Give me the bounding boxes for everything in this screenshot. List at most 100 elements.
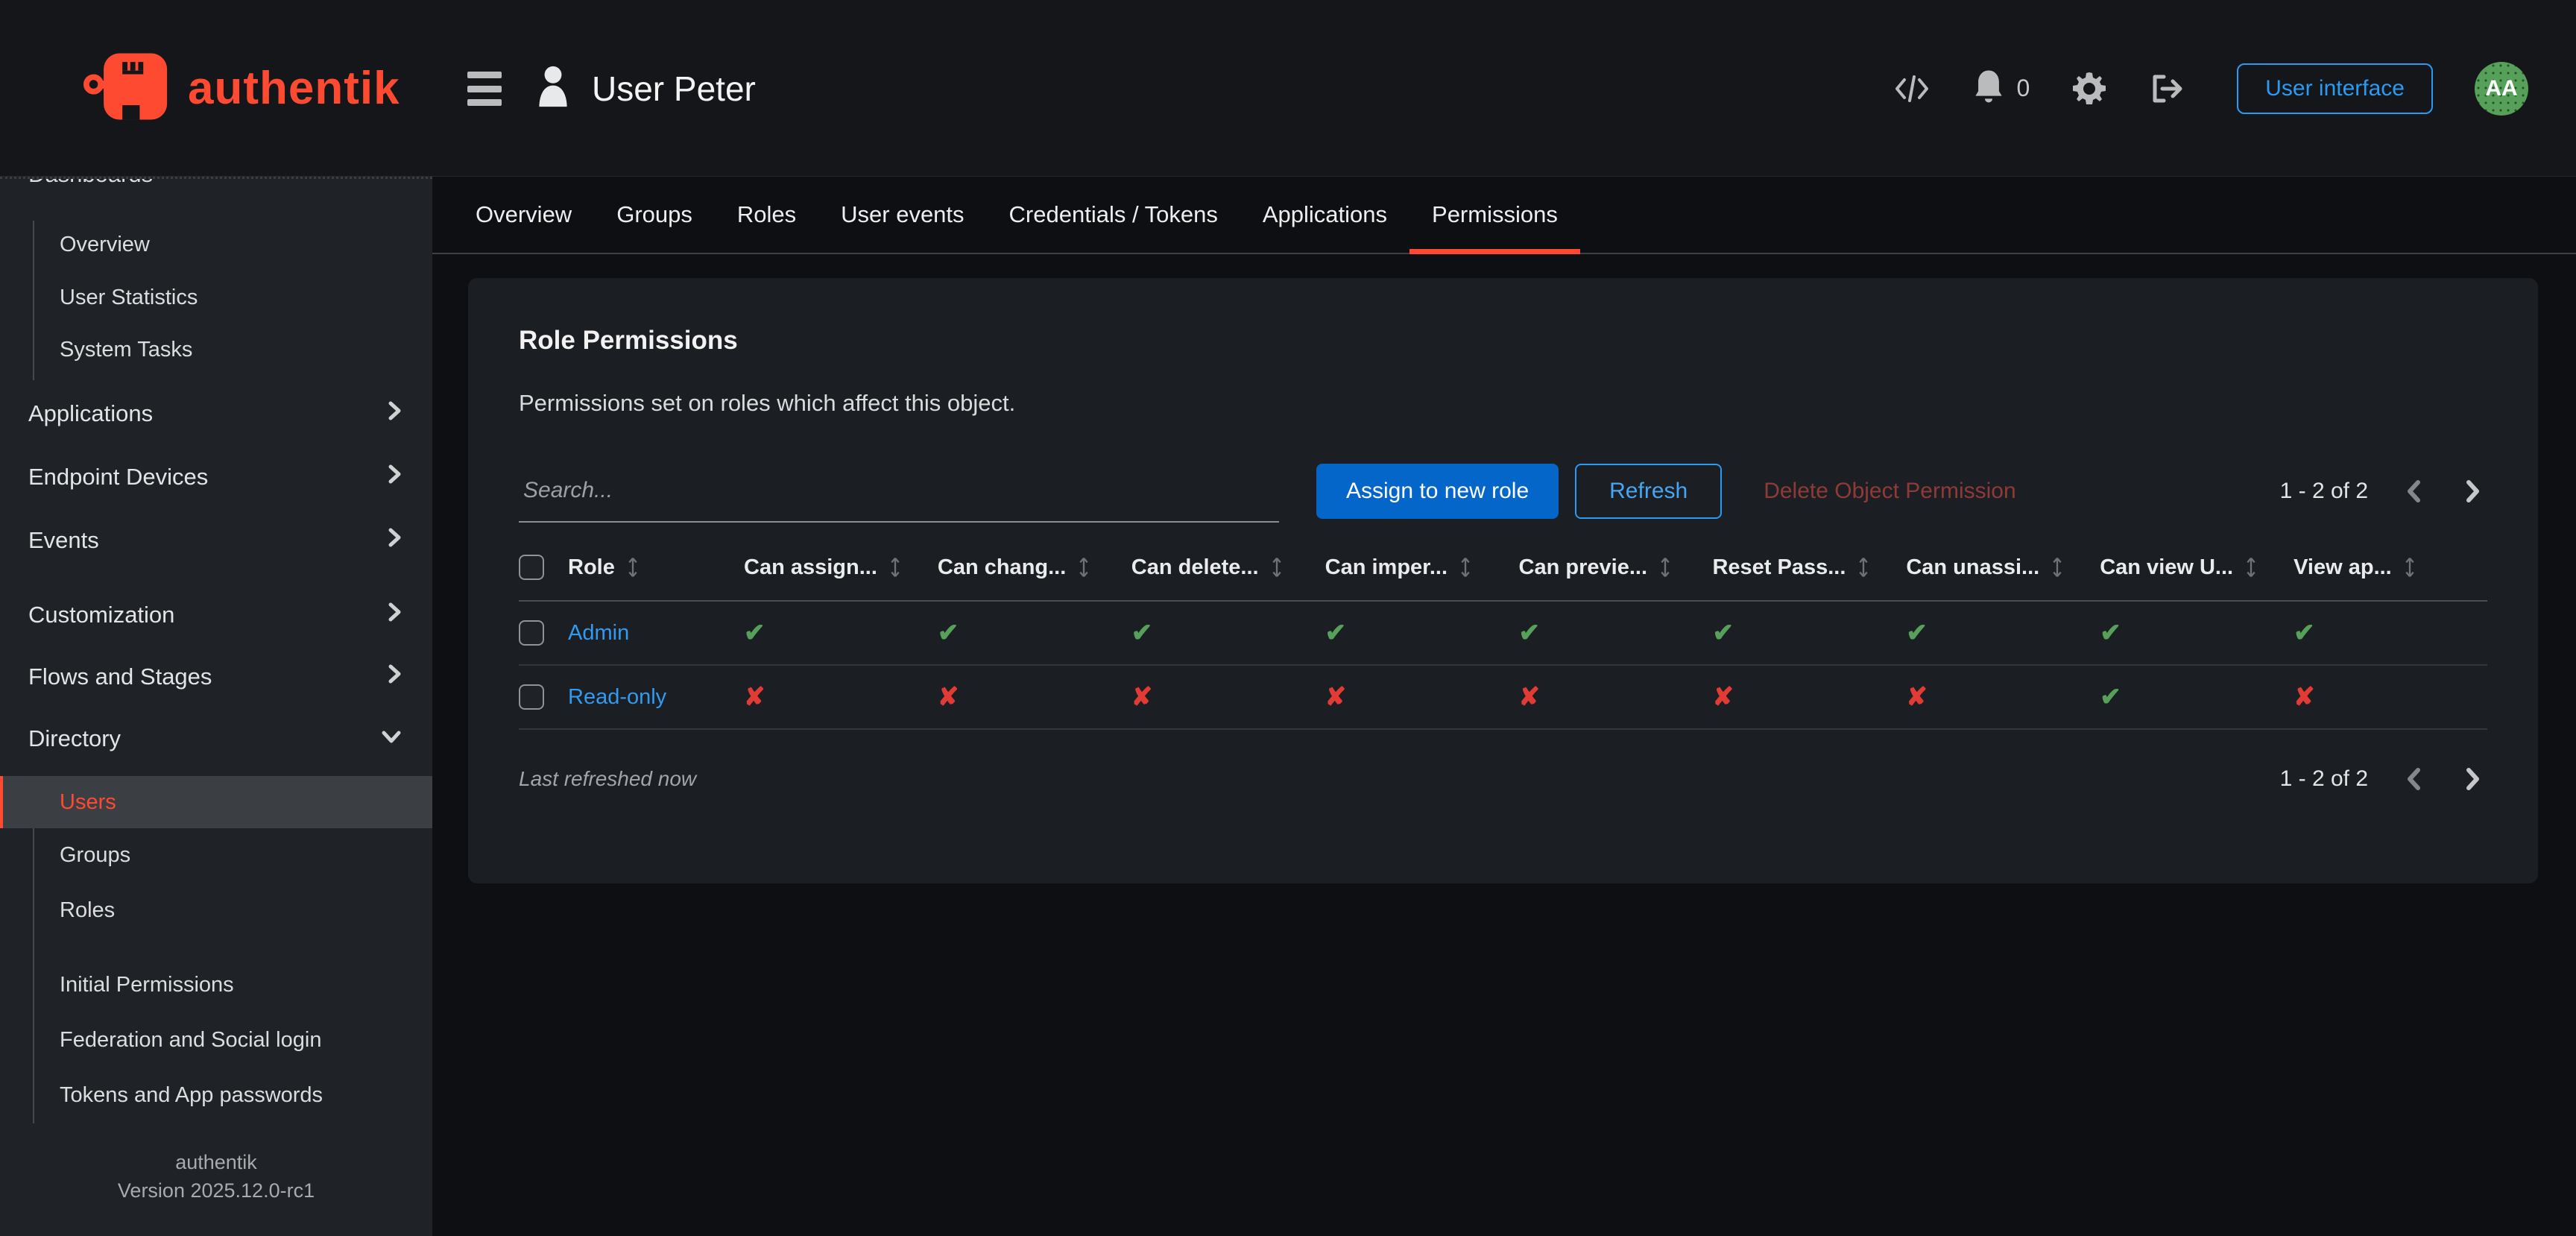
sidebar-item-tokens-app-passwords[interactable]: Tokens and App passwords bbox=[0, 1068, 432, 1122]
column-header-can-delete[interactable]: Can delete... bbox=[1131, 555, 1325, 580]
sidebar-item-initial-permissions[interactable]: Initial Permissions bbox=[0, 958, 432, 1012]
select-all-checkbox[interactable] bbox=[519, 555, 544, 580]
role-link-read-only[interactable]: Read-only bbox=[568, 685, 744, 710]
column-header-can-preview[interactable]: Can previe... bbox=[1519, 555, 1713, 580]
sidebar-item-federation-social-login[interactable]: Federation and Social login bbox=[0, 1013, 432, 1067]
column-header-can-impersonate[interactable]: Can imper... bbox=[1325, 555, 1519, 580]
sidebar-item-events[interactable]: Events bbox=[0, 511, 432, 570]
top-header: authentik User Peter bbox=[0, 0, 2576, 177]
tab-user-events[interactable]: User events bbox=[818, 177, 986, 253]
tab-overview[interactable]: Overview bbox=[453, 177, 594, 253]
row-checkbox[interactable] bbox=[519, 684, 544, 710]
tab-permissions[interactable]: Permissions bbox=[1409, 177, 1580, 253]
permission-cell: ✘ bbox=[1325, 682, 1519, 712]
chevron-right-icon bbox=[385, 525, 404, 556]
permission-cell: ✔ bbox=[1712, 618, 1906, 648]
sidebar-item-dashboards-clipped[interactable]: Dashboards bbox=[28, 179, 153, 194]
column-header-can-change[interactable]: Can chang... bbox=[938, 555, 1131, 580]
sort-icon bbox=[1078, 555, 1090, 579]
authentik-logo-icon bbox=[83, 50, 170, 127]
tab-applications[interactable]: Applications bbox=[1240, 177, 1409, 253]
delete-object-permission-button[interactable]: Delete Object Permission bbox=[1764, 479, 2015, 504]
sidebar-item-user-statistics[interactable]: User Statistics bbox=[0, 271, 432, 324]
sidebar-item-system-tasks[interactable]: System Tasks bbox=[0, 323, 432, 376]
search-input[interactable] bbox=[519, 460, 1279, 523]
sidebar-item-groups[interactable]: Groups bbox=[0, 828, 432, 882]
sort-icon bbox=[1857, 555, 1869, 579]
footer-version: Version 2025.12.0-rc1 bbox=[0, 1176, 432, 1205]
notification-count: 0 bbox=[2016, 75, 2030, 102]
permission-cell: ✘ bbox=[1906, 682, 2100, 712]
pagination-prev-button[interactable] bbox=[2399, 473, 2428, 509]
refresh-button[interactable]: Refresh bbox=[1575, 464, 1722, 519]
sidebar-item-roles[interactable]: Roles bbox=[0, 883, 432, 937]
authentik-logo[interactable]: authentik bbox=[83, 0, 400, 177]
authentik-wordmark: authentik bbox=[188, 62, 400, 115]
sidebar-item-flows-and-stages[interactable]: Flows and Stages bbox=[0, 647, 432, 707]
permission-cell: ✘ bbox=[1519, 682, 1713, 712]
last-refreshed-label: Last refreshed now bbox=[519, 767, 696, 791]
pagination-next-button[interactable] bbox=[2459, 473, 2487, 509]
column-header-reset-password[interactable]: Reset Pass... bbox=[1712, 555, 1906, 580]
card-description: Permissions set on roles which affect th… bbox=[519, 390, 2487, 417]
permission-cell: ✔ bbox=[1519, 618, 1713, 648]
table-row-read-only: Read-only ✘ ✘ ✘ ✘ ✘ ✘ ✘ ✔ ✘ bbox=[519, 666, 2487, 730]
footer-app-name: authentik bbox=[0, 1148, 432, 1176]
sidebar-item-users[interactable]: Users bbox=[0, 776, 432, 828]
sort-icon bbox=[1271, 555, 1283, 579]
tab-groups[interactable]: Groups bbox=[594, 177, 715, 253]
permission-cell: ✔ bbox=[1131, 618, 1325, 648]
chevron-right-icon bbox=[385, 398, 404, 429]
table-row-admin: Admin ✔ ✔ ✔ ✔ ✔ ✔ ✔ ✔ ✔ bbox=[519, 602, 2487, 666]
column-header-view-app[interactable]: View ap... bbox=[2294, 555, 2487, 580]
settings-gear-icon[interactable] bbox=[2071, 71, 2107, 107]
card-title: Role Permissions bbox=[519, 326, 2487, 356]
pagination-prev-button[interactable] bbox=[2399, 761, 2428, 797]
permission-cell: ✘ bbox=[1712, 682, 1906, 712]
tab-credentials-tokens[interactable]: Credentials / Tokens bbox=[987, 177, 1240, 253]
permission-cell: ✔ bbox=[2100, 618, 2294, 648]
pagination-next-button[interactable] bbox=[2459, 761, 2487, 797]
role-link-admin[interactable]: Admin bbox=[568, 621, 744, 646]
table-toolbar: Assign to new role Refresh Delete Object… bbox=[519, 458, 2487, 524]
sort-icon bbox=[889, 555, 901, 579]
column-header-can-assign[interactable]: Can assign... bbox=[744, 555, 938, 580]
permission-cell: ✔ bbox=[1325, 618, 1519, 648]
sidebar-toggle-button[interactable] bbox=[467, 72, 502, 106]
permission-cell: ✘ bbox=[2294, 682, 2487, 712]
assign-to-new-role-button[interactable]: Assign to new role bbox=[1316, 464, 1559, 519]
pagination-label: 1 - 2 of 2 bbox=[2280, 479, 2368, 504]
permission-cell: ✔ bbox=[938, 618, 1131, 648]
user-detail-tabs: Overview Groups Roles User events Creden… bbox=[432, 177, 2576, 254]
sidebar-item-overview[interactable]: Overview bbox=[0, 218, 432, 271]
permission-cell: ✔ bbox=[744, 618, 938, 648]
sidebar-nav: Dashboards Overview User Statistics Syst… bbox=[0, 177, 432, 1236]
role-permissions-card: Role Permissions Permissions set on role… bbox=[468, 278, 2538, 883]
permission-cell: ✘ bbox=[744, 682, 938, 712]
sidebar-footer: authentik Version 2025.12.0-rc1 bbox=[0, 1148, 432, 1205]
sort-icon bbox=[1459, 555, 1471, 579]
api-browser-icon[interactable] bbox=[1892, 72, 1931, 105]
user-icon bbox=[534, 64, 572, 113]
row-checkbox[interactable] bbox=[519, 620, 544, 646]
sort-icon bbox=[627, 555, 639, 579]
sign-out-icon[interactable] bbox=[2149, 72, 2185, 105]
tab-roles[interactable]: Roles bbox=[715, 177, 818, 253]
pagination-label: 1 - 2 of 2 bbox=[2280, 766, 2368, 792]
sidebar-item-applications[interactable]: Applications bbox=[0, 384, 432, 444]
notifications-button[interactable]: 0 bbox=[1973, 69, 2030, 108]
column-header-can-view-user[interactable]: Can view U... bbox=[2100, 555, 2294, 580]
sidebar-item-directory[interactable]: Directory bbox=[0, 709, 432, 769]
role-permissions-table: Role Can assign... Can chang... Can dele… bbox=[519, 535, 2487, 730]
permission-cell: ✔ bbox=[2294, 618, 2487, 648]
avatar[interactable]: AA bbox=[2475, 62, 2528, 116]
chevron-down-icon bbox=[379, 725, 404, 752]
sidebar-item-endpoint-devices[interactable]: Endpoint Devices bbox=[0, 447, 432, 507]
column-header-role[interactable]: Role bbox=[568, 555, 744, 580]
column-header-can-unassign[interactable]: Can unassi... bbox=[1906, 555, 2100, 580]
user-interface-button[interactable]: User interface bbox=[2237, 63, 2433, 114]
sidebar-item-customization[interactable]: Customization bbox=[0, 585, 432, 645]
chevron-right-icon bbox=[385, 599, 404, 631]
top-pagination: 1 - 2 of 2 bbox=[2280, 473, 2487, 509]
permission-cell: ✔ bbox=[1906, 618, 2100, 648]
